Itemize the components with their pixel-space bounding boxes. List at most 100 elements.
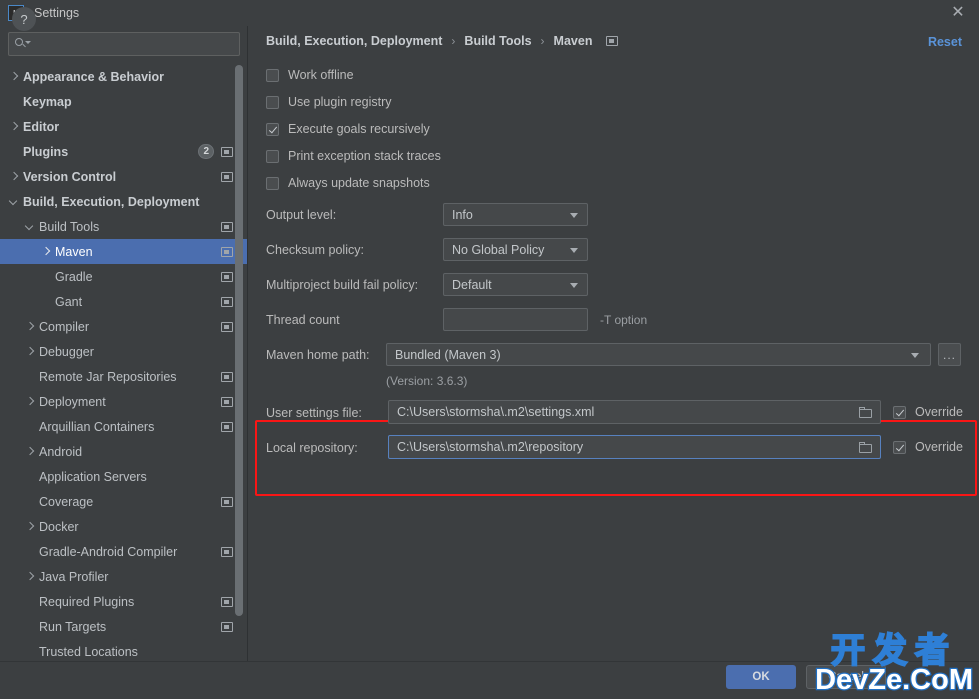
sidebar-item-label: Appearance & Behavior [23,69,165,84]
checkbox-always-update-snapshots[interactable]: Always update snapshots [266,176,430,190]
sidebar-item-label: Compiler [39,319,90,334]
checkbox-icon [893,440,906,454]
update-count-badge: 2 [198,144,214,159]
folder-icon[interactable] [859,407,873,418]
checkbox-work-offline[interactable]: Work offline [266,68,354,82]
panel-toggle-icon[interactable] [221,271,233,282]
output-level-select[interactable]: Info [443,203,588,226]
user-settings-input[interactable]: C:\Users\stormsha\.m2\settings.xml [388,400,881,424]
sidebar-item-label: Android [39,444,83,459]
sidebar-item-maven[interactable]: Maven [0,239,247,264]
sidebar-item-remote-jar-repositories[interactable]: Remote Jar Repositories [0,364,247,389]
chevron-right-icon[interactable] [24,346,35,357]
sidebar-item-android[interactable]: Android [0,439,247,464]
checkbox-use-plugin-registry[interactable]: Use plugin registry [266,95,392,109]
sidebar-item-label: Build Tools [39,219,100,234]
sidebar-item-coverage[interactable]: Coverage [0,489,247,514]
reset-link[interactable]: Reset [928,35,962,49]
checkbox-label: Execute goals recursively [288,122,430,136]
chevron-right-icon[interactable] [24,521,35,532]
local-repository-input[interactable]: C:\Users\stormsha\.m2\repository [388,435,881,459]
chevron-right-icon[interactable] [8,171,19,182]
breadcrumb-part-3[interactable]: Maven [554,34,593,48]
local-repository-override-checkbox[interactable]: Override [893,440,963,454]
sidebar-item-version-control[interactable]: Version Control [0,164,247,189]
panel-toggle-icon[interactable] [221,221,233,232]
panel-toggle-icon[interactable] [221,171,233,182]
search-container [0,26,247,60]
panel-toggle-icon[interactable] [221,371,233,382]
panel-toggle-icon[interactable] [221,146,233,157]
close-icon[interactable]: ✕ [949,4,967,22]
user-settings-override-checkbox[interactable]: Override [893,405,963,419]
panel-toggle-icon[interactable] [221,296,233,307]
folder-icon[interactable] [859,442,873,453]
sidebar-item-gradle[interactable]: Gradle [0,264,247,289]
sidebar-item-docker[interactable]: Docker [0,514,247,539]
panel-toggle-icon[interactable] [221,321,233,332]
settings-dialog: IJ Settings ✕ Appearance & Behavior Keyma… [0,0,979,699]
panel-toggle-icon[interactable] [221,246,233,257]
chevron-right-icon[interactable] [40,246,51,257]
chevron-right-icon[interactable] [24,396,35,407]
chevron-right-icon[interactable] [24,571,35,582]
panel-toggle-icon[interactable] [221,596,233,607]
sidebar-item-build-tools[interactable]: Build Tools [0,214,247,239]
sidebar-item-compiler[interactable]: Compiler [0,314,247,339]
sidebar-item-adornments [221,414,233,439]
search-input[interactable] [8,32,240,56]
maven-home-select[interactable]: Bundled (Maven 3) [386,343,931,366]
chevron-right-icon[interactable] [24,321,35,332]
sidebar-item-keymap[interactable]: Keymap [0,89,247,114]
panel-toggle-icon[interactable] [606,36,619,46]
sidebar-item-required-plugins[interactable]: Required Plugins [0,589,247,614]
sidebar-scrollbar[interactable] [235,65,243,616]
ok-button[interactable]: OK [726,665,796,689]
search-icon [15,37,31,51]
sidebar-item-arquillian-containers[interactable]: Arquillian Containers [0,414,247,439]
sidebar-item-adornments [221,264,233,289]
cancel-button[interactable]: Cancel [806,665,886,689]
sidebar-item-adornments [221,589,233,614]
sidebar-item-label: Gradle [55,269,93,284]
sidebar-item-adornments [221,614,233,639]
sidebar-item-debugger[interactable]: Debugger [0,339,247,364]
chevron-down-icon[interactable] [8,196,19,207]
sidebar-item-adornments [221,314,233,339]
panel-toggle-icon[interactable] [221,496,233,507]
checksum-policy-label: Checksum policy: [266,243,364,257]
panel-toggle-icon[interactable] [221,546,233,557]
sidebar-item-deployment[interactable]: Deployment [0,389,247,414]
chevron-down-icon[interactable] [24,221,35,232]
chevron-right-icon[interactable] [24,446,35,457]
sidebar-item-adornments [221,364,233,389]
sidebar-item-java-profiler[interactable]: Java Profiler [0,564,247,589]
maven-home-browse-button[interactable]: ... [938,343,961,366]
sidebar-item-plugins[interactable]: Plugins 2 [0,139,247,164]
sidebar-item-run-targets[interactable]: Run Targets [0,614,247,639]
sidebar-item-adornments [221,214,233,239]
panel-toggle-icon[interactable] [221,421,233,432]
thread-count-input[interactable] [443,308,588,331]
sidebar-item-gant[interactable]: Gant [0,289,247,314]
multiproject-policy-select[interactable]: Default [443,273,588,296]
sidebar-item-appearance-behavior[interactable]: Appearance & Behavior [0,64,247,89]
panel-toggle-icon[interactable] [221,621,233,632]
sidebar-item-trusted-locations[interactable]: Trusted Locations [0,639,247,661]
checkbox-execute-goals-recursively[interactable]: Execute goals recursively [266,122,430,136]
checkbox-print-exception-stack-traces[interactable]: Print exception stack traces [266,149,441,163]
sidebar-item-build-execution-deployment[interactable]: Build, Execution, Deployment [0,189,247,214]
breadcrumb-part-1[interactable]: Build, Execution, Deployment [266,34,442,48]
checksum-policy-select[interactable]: No Global Policy [443,238,588,261]
chevron-right-icon[interactable] [8,121,19,132]
chevron-down-icon [570,248,578,253]
sidebar-item-editor[interactable]: Editor [0,114,247,139]
sidebar-item-label: Application Servers [39,469,147,484]
breadcrumb-part-2[interactable]: Build Tools [464,34,531,48]
panel-toggle-icon[interactable] [221,396,233,407]
chevron-right-icon[interactable] [8,71,19,82]
sidebar-item-gradle-android-compiler[interactable]: Gradle-Android Compiler [0,539,247,564]
sidebar-item-application-servers[interactable]: Application Servers [0,464,247,489]
help-button[interactable]: ? [12,7,36,31]
